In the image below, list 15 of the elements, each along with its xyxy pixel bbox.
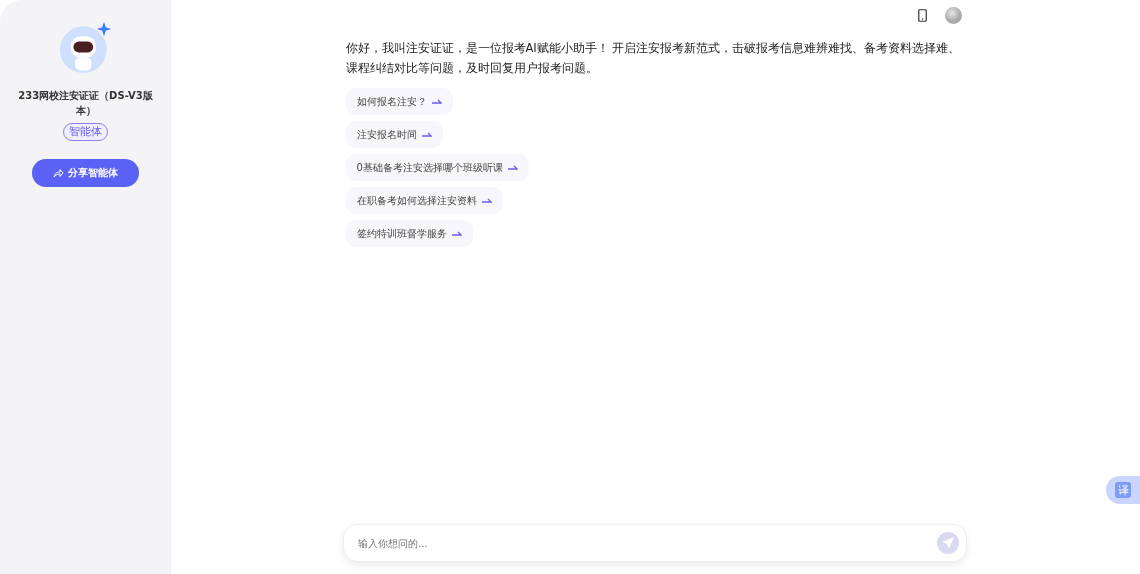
suggested-question[interactable]: 注安报名时间 xyxy=(345,121,443,148)
robot-avatar-icon xyxy=(58,20,113,74)
greeting-message: 你好，我叫注安证证，是一位报考AI赋能小助手！ 开启注安报考新范式，击破报考信息难辨难找、备考资料选择难、课程纠结对比等问题，及时回复用户报考问题。 xyxy=(345,40,962,77)
agent-tag: 智能体 xyxy=(63,123,108,141)
send-icon xyxy=(941,536,955,550)
suggested-question[interactable]: 签约特训班督学服务 xyxy=(345,220,473,247)
user-avatar-icon[interactable] xyxy=(945,7,962,24)
share-button[interactable]: 分享智能体 xyxy=(32,159,139,187)
phone-icon[interactable] xyxy=(918,9,927,22)
agent-name: 233网校注安证证（DS-V3版本） xyxy=(17,89,154,118)
suggested-question[interactable]: 如何报名注安？ xyxy=(345,88,453,115)
suggested-question[interactable]: 0基础备考注安选择哪个班级听课 xyxy=(345,154,529,181)
suggested-question[interactable]: 在职备考如何选择注安资料 xyxy=(345,187,503,214)
message-input[interactable]: 输入你想问的... xyxy=(343,524,967,562)
share-icon xyxy=(53,168,64,178)
